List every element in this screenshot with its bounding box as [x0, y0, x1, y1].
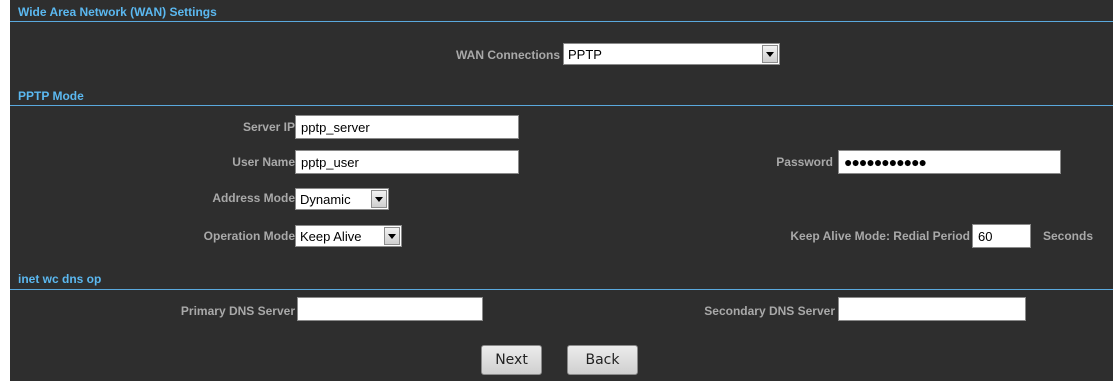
primary-dns-label: Primary DNS Server: [180, 304, 295, 318]
wan-section-divider: [10, 21, 1113, 22]
wan-connections-select[interactable]: PPTP: [563, 43, 780, 65]
secondary-dns-label: Secondary DNS Server: [704, 304, 835, 318]
wan-settings-panel: Wide Area Network (WAN) Settings WAN Con…: [10, 0, 1113, 381]
address-mode-label: Address Mode: [212, 191, 295, 205]
operation-mode-value: Keep Alive: [300, 228, 362, 244]
back-button[interactable]: Back: [567, 345, 638, 375]
pptp-section-divider: [10, 105, 1113, 106]
chevron-down-icon: [371, 190, 387, 208]
user-name-input[interactable]: [295, 150, 519, 174]
wan-connections-value: PPTP: [568, 46, 602, 62]
next-button[interactable]: Next: [481, 345, 542, 375]
wan-connections-label: WAN Connections: [456, 48, 560, 62]
user-name-label: User Name: [232, 155, 295, 169]
pptp-section-title: PPTP Mode: [18, 89, 84, 103]
server-ip-label: Server IP: [242, 120, 295, 134]
server-ip-input[interactable]: [295, 115, 519, 139]
password-input[interactable]: ●●●●●●●●●●●: [838, 150, 1061, 174]
chevron-down-icon: [762, 45, 778, 63]
address-mode-select[interactable]: Dynamic: [295, 188, 389, 210]
address-mode-value: Dynamic: [300, 191, 351, 207]
wan-section-title: Wide Area Network (WAN) Settings: [18, 5, 217, 19]
redial-period-label: Keep Alive Mode: Redial Period: [790, 229, 970, 243]
chevron-down-icon: [384, 227, 400, 245]
redial-period-input[interactable]: [972, 224, 1031, 248]
secondary-dns-input[interactable]: [838, 297, 1026, 321]
dns-section-title: inet wc dns op: [18, 272, 102, 286]
redial-period-unit: Seconds: [1043, 229, 1094, 243]
password-label: Password: [776, 155, 833, 169]
primary-dns-input[interactable]: [297, 297, 483, 321]
operation-mode-label: Operation Mode: [203, 229, 295, 243]
dns-section-divider: [10, 289, 1113, 290]
operation-mode-select[interactable]: Keep Alive: [295, 225, 402, 247]
